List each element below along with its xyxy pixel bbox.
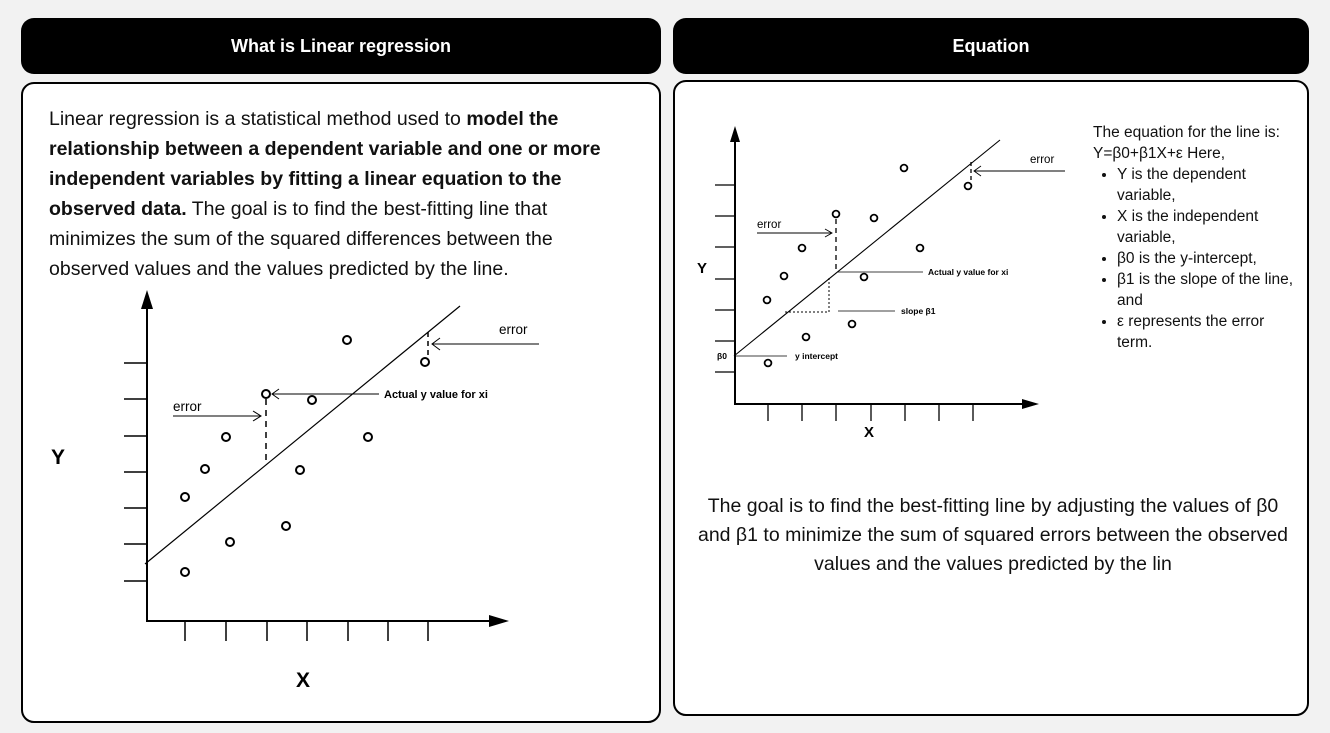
y-axis-label: Y: [51, 446, 65, 469]
list-item: X is the independent variable,: [1117, 206, 1303, 248]
error-label-top: error: [499, 322, 528, 337]
error-label-left: error: [757, 219, 781, 231]
actual-y-label: Actual y value for xi: [928, 267, 1008, 277]
slope-label: slope β1: [901, 306, 936, 316]
panel-header: Equation: [673, 18, 1309, 74]
slope-triangle: [785, 278, 830, 313]
intercept-label: y intercept: [795, 351, 838, 361]
panel-title: What is Linear regression: [230, 35, 452, 56]
y-ticks: [124, 362, 147, 582]
y-axis-arrow: [141, 290, 153, 309]
x-axis-arrow: [1022, 399, 1039, 409]
list-item: ε represents the error term.: [1117, 311, 1303, 353]
data-points: [762, 163, 973, 368]
x-axis-arrow: [489, 615, 509, 627]
equation-panel: Equation error Actual y value for xi slo…: [673, 18, 1309, 716]
x-axis-label: X: [296, 669, 310, 692]
equation-description: The equation for the line is: Y=β0+β1X+ε…: [1093, 122, 1303, 353]
x-ticks: [184, 621, 429, 641]
regression-line: [733, 139, 1001, 357]
regression-diagram: error Actual y value for xi error Y X: [51, 290, 539, 692]
list-item: β1 is the slope of the line, and: [1117, 269, 1303, 311]
content-card: Linear regression is a statistical metho…: [21, 82, 661, 723]
actual-y-label: Actual y value for xi: [384, 389, 488, 401]
equation-intro: The equation for the line is: Y=β0+β1X+ε…: [1093, 124, 1280, 162]
list-item: Y is the dependent variable,: [1117, 164, 1303, 206]
beta0-label: β0: [717, 351, 727, 361]
y-axis-label: Y: [697, 260, 707, 277]
content-card: error Actual y value for xi slope β1 y i…: [673, 80, 1309, 716]
error-label-top: error: [1030, 154, 1054, 166]
x-axis-label: X: [864, 424, 874, 441]
error-label-left: error: [173, 399, 202, 414]
y-axis-arrow: [730, 126, 740, 142]
equation-terms-list: Y is the dependent variable, X is the in…: [1093, 164, 1303, 353]
data-points: [180, 335, 430, 577]
linear-regression-panel: What is Linear regression Linear regress…: [21, 18, 661, 723]
y-ticks: [715, 184, 735, 373]
panel-title: Equation: [952, 35, 1030, 56]
panel-header: What is Linear regression: [21, 18, 661, 74]
x-ticks: [767, 404, 974, 421]
regression-line: [144, 305, 461, 565]
goal-paragraph: The goal is to find the best-fitting lin…: [697, 495, 1289, 575]
list-item: β0 is the y-intercept,: [1117, 248, 1303, 269]
